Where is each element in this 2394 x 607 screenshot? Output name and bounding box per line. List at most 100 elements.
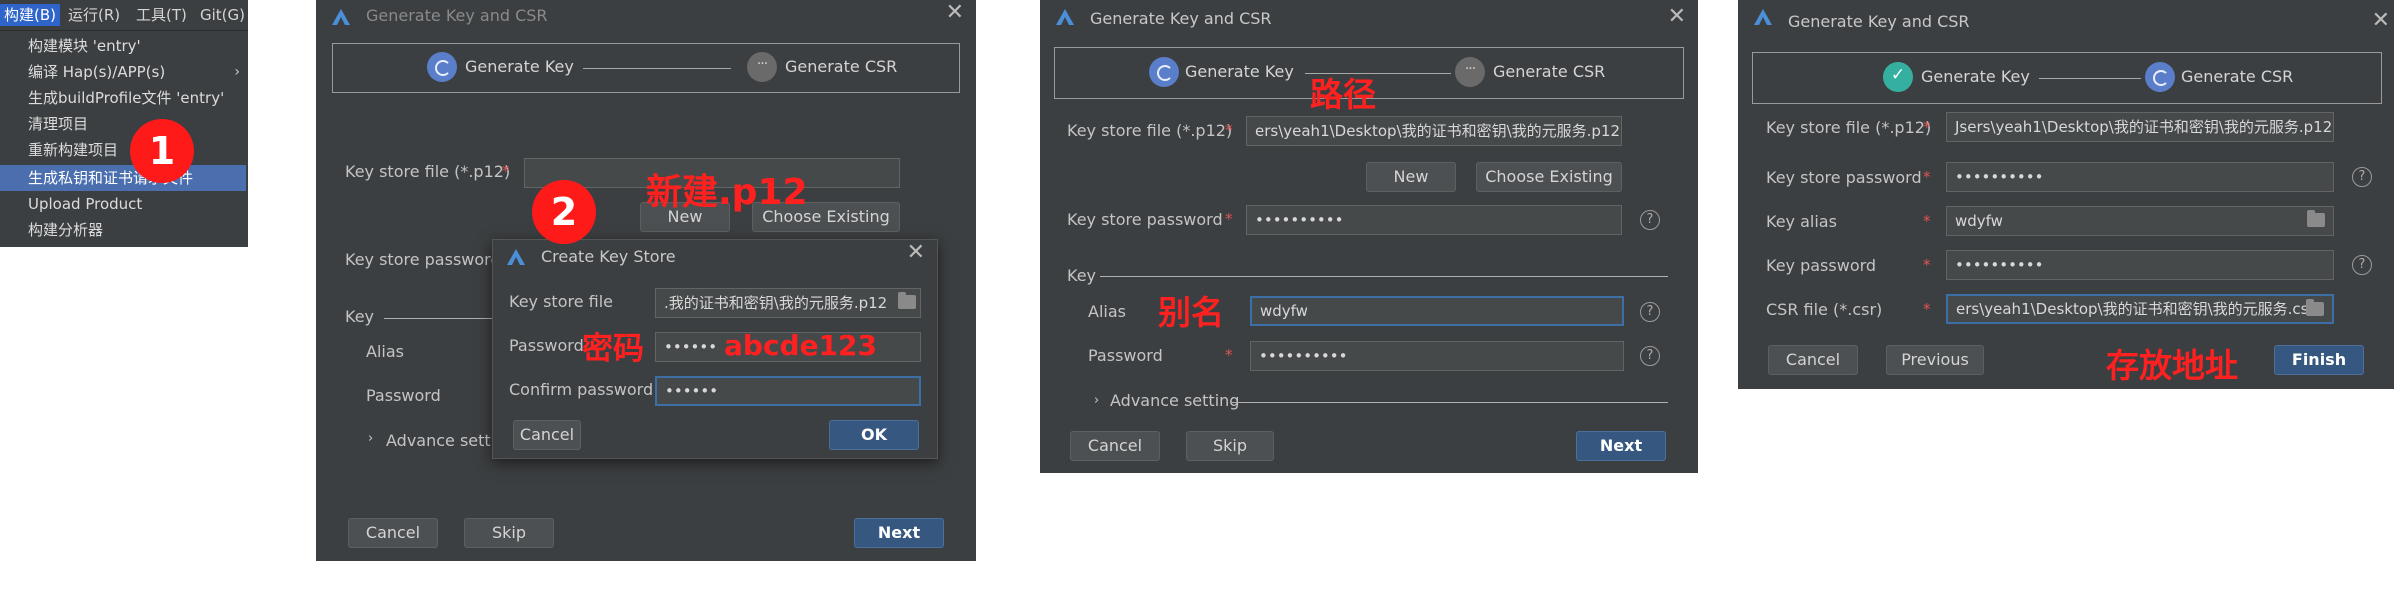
step-generate-csr: Generate CSR <box>785 57 898 76</box>
required-marker: * <box>1923 256 1931 274</box>
key-alias-input[interactable]: wdyfw <box>1946 206 2334 236</box>
alias-label: Alias <box>366 342 404 361</box>
menu-item-build-module[interactable]: 构建模块 'entry' <box>0 33 246 59</box>
menu-item-compile-hap[interactable]: 编译 Hap(s)/APP(s) › <box>0 59 246 85</box>
keystore-password-label: Key store password <box>1067 210 1223 229</box>
cancel-button[interactable]: Cancel <box>1768 345 1858 375</box>
step-pending-icon <box>747 52 777 82</box>
keystore-file-input[interactable]: ers\yeah1\Desktop\我的证书和密钥\我的元服务.p12 <box>1246 116 1622 146</box>
menu-item-build-profile[interactable]: 生成buildProfile文件 'entry' <box>0 85 246 111</box>
key-password-input[interactable]: •••••••••• <box>1946 250 2334 280</box>
help-icon[interactable]: ? <box>2352 255 2372 275</box>
keystore-file-input[interactable]: Jsers\yeah1\Desktop\我的证书和密钥\我的元服务.p12 <box>1946 112 2334 142</box>
skip-button[interactable]: Skip <box>464 518 554 548</box>
required-marker: * <box>1923 168 1931 186</box>
wizard-steps: Generate Key Generate CSR <box>1752 52 2382 104</box>
new-keystore-button[interactable]: New <box>1366 162 1456 192</box>
keystore-file-label: Key store file (*.p12) <box>1067 121 1233 140</box>
menu-item-upload-product[interactable]: Upload Product <box>0 191 246 217</box>
annotation-location: 存放地址 <box>2106 346 2238 385</box>
alias-label: Alias <box>1088 302 1126 321</box>
help-icon[interactable]: ? <box>1640 210 1660 230</box>
step-badge-2: 2 <box>532 180 596 244</box>
step-active-icon <box>427 52 457 82</box>
close-icon[interactable]: ✕ <box>1668 4 1686 29</box>
menu-run[interactable]: 运行(R) <box>64 4 124 26</box>
deveco-logo-icon <box>332 9 350 25</box>
keystore-file-value: .我的证书和密钥\我的元服务.p12 <box>664 294 888 312</box>
ok-button[interactable]: OK <box>829 420 919 450</box>
required-marker: * <box>1923 118 1931 136</box>
key-password-label: Key password <box>1766 256 1877 275</box>
dialog-title-bar: Generate Key and CSR ✕ <box>1738 0 2394 34</box>
menu-bar: 构建(B) 运行(R) 工具(T) Git(G) <box>0 0 248 30</box>
step-done-icon <box>1883 62 1913 92</box>
password-label: Password <box>509 336 584 355</box>
required-marker: * <box>1923 300 1931 318</box>
confirm-password-input[interactable]: •••••• <box>655 376 921 406</box>
keystore-password-input[interactable]: •••••••••• <box>1946 162 2334 192</box>
build-menu-panel: 构建(B) 运行(R) 工具(T) Git(G) 构建模块 'entry' 编译… <box>0 0 248 247</box>
annotation-password: 密码 <box>582 331 644 367</box>
subdialog-title-bar: Create Key Store ✕ <box>493 240 937 274</box>
deveco-logo-icon <box>1754 9 1772 25</box>
dialog-title: Generate Key and CSR <box>366 6 548 25</box>
advance-divider <box>1232 402 1668 403</box>
confirm-password-label: Confirm password <box>509 380 654 399</box>
step-connector <box>583 68 731 69</box>
menu-item-generate-key-csr[interactable]: 生成私钥和证书请求文件 <box>0 165 246 191</box>
folder-icon[interactable] <box>2307 210 2325 227</box>
key-section-divider <box>1100 276 1668 277</box>
keystore-password-input[interactable]: •••••••••• <box>1246 205 1622 235</box>
menu-item-clean[interactable]: 清理项目 <box>0 111 246 137</box>
keystore-password-label: Key store password <box>345 250 501 269</box>
alias-input[interactable]: wdyfw <box>1250 296 1624 326</box>
keystore-file-label: Key store file <box>509 292 614 311</box>
dialog-title: Generate Key and CSR <box>1090 9 1272 28</box>
build-menu-dropdown: 构建模块 'entry' 编译 Hap(s)/APP(s) › 生成buildPr… <box>0 30 248 247</box>
cancel-button[interactable]: Cancel <box>1070 431 1160 461</box>
deveco-logo-icon <box>507 249 525 265</box>
wizard-steps: Generate Key Generate CSR <box>332 43 960 93</box>
next-button[interactable]: Next <box>1576 431 1666 461</box>
folder-icon[interactable] <box>898 292 916 309</box>
menu-item-label: 编译 Hap(s)/APP(s) <box>28 63 166 81</box>
key-section-label: Key <box>345 307 375 326</box>
advance-settings-toggle[interactable]: Advance setting <box>1110 391 1239 410</box>
menu-build[interactable]: 构建(B) <box>0 4 60 26</box>
keystore-file-input[interactable]: .我的证书和密钥\我的元服务.p12 <box>655 288 921 318</box>
previous-button[interactable]: Previous <box>1886 345 1984 375</box>
step-pending-icon <box>1455 57 1485 87</box>
next-button[interactable]: Next <box>854 518 944 548</box>
help-icon[interactable]: ? <box>1640 302 1660 322</box>
menu-item-rebuild[interactable]: 重新构建项目 <box>0 137 246 163</box>
close-icon[interactable]: ✕ <box>907 240 925 265</box>
folder-icon[interactable] <box>2306 299 2324 316</box>
finish-button[interactable]: Finish <box>2274 345 2364 375</box>
cancel-button[interactable]: Cancel <box>513 420 581 450</box>
csr-file-input[interactable]: ers\yeah1\Desktop\我的证书和密钥\我的元服务.csr <box>1946 294 2334 324</box>
expand-caret-icon[interactable]: › <box>1094 393 1099 408</box>
subdialog-title: Create Key Store <box>541 247 676 266</box>
menu-git[interactable]: Git(G) <box>196 4 249 26</box>
close-icon[interactable]: ✕ <box>946 0 964 25</box>
submenu-arrow-icon: › <box>234 64 240 80</box>
csr-file-label: CSR file (*.csr) <box>1766 300 1883 319</box>
generate-csr-dialog: Generate Key and CSR ✕ Generate Key Gene… <box>1738 0 2394 389</box>
help-icon[interactable]: ? <box>1640 346 1660 366</box>
expand-caret-icon[interactable]: › <box>368 431 373 446</box>
advance-settings-toggle[interactable]: Advance settin <box>386 431 505 450</box>
choose-existing-button[interactable]: Choose Existing <box>1476 162 1622 192</box>
step-active-icon <box>2145 62 2175 92</box>
cancel-button[interactable]: Cancel <box>348 518 438 548</box>
dialog-title-bar: Generate Key and CSR ✕ <box>316 0 976 34</box>
close-icon[interactable]: ✕ <box>2372 8 2390 33</box>
password-input[interactable]: •••••••••• <box>1250 341 1624 371</box>
menu-item-build-analyzer[interactable]: 构建分析器 <box>0 217 246 243</box>
help-icon[interactable]: ? <box>2352 167 2372 187</box>
dialog-title-bar: Generate Key and CSR ✕ <box>1040 0 1698 34</box>
required-marker: * <box>1923 212 1931 230</box>
skip-button[interactable]: Skip <box>1186 431 1274 461</box>
menu-tools[interactable]: 工具(T) <box>132 4 191 26</box>
annotation-new-p12: 新建.p12 <box>646 172 808 213</box>
